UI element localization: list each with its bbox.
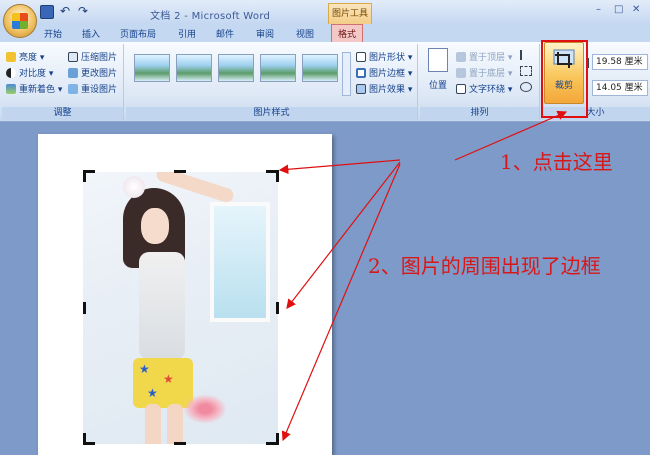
- brightness-icon: [6, 51, 16, 62]
- recolor-icon: [6, 83, 16, 94]
- picture-shape-button[interactable]: 图片形状 ▾: [356, 50, 412, 63]
- style-thumbnail-5[interactable]: [302, 54, 338, 82]
- group-adjust: 亮度 ▾ 对比度 ▾ 重新着色 ▾ 压缩图片 更改图片 重设图片 调整: [2, 44, 124, 120]
- crop-handle-bl-v[interactable]: [83, 433, 86, 445]
- bring-front-icon: [456, 51, 466, 62]
- style-gallery-scroll[interactable]: [342, 52, 351, 96]
- title-bar: ↶ ↷ 文档 2 - Microsoft Word 图片工具 – □ ✕: [0, 0, 650, 27]
- group-label-picture-styles: 图片样式: [126, 107, 417, 120]
- bring-to-front-button[interactable]: 置于顶层 ▾: [456, 50, 512, 63]
- photo-top: [139, 252, 185, 360]
- close-button[interactable]: ✕: [632, 4, 640, 15]
- tab-home[interactable]: 开始: [44, 27, 62, 40]
- send-back-icon: [456, 67, 466, 78]
- group-label-arrange: 排列: [420, 107, 539, 120]
- style-thumbnail-4[interactable]: [260, 54, 296, 82]
- group-icon[interactable]: [520, 66, 532, 76]
- tab-mailings[interactable]: 邮件: [216, 27, 234, 40]
- reset-picture-icon: [68, 83, 78, 94]
- change-picture-icon: [68, 67, 78, 78]
- align-icon[interactable]: [520, 50, 532, 60]
- shape-icon: [356, 51, 366, 62]
- reset-picture-button[interactable]: 重设图片: [68, 82, 117, 95]
- crop-handle-top[interactable]: [174, 170, 186, 173]
- change-picture-button[interactable]: 更改图片: [68, 66, 117, 79]
- style-thumbnail-2[interactable]: [176, 54, 212, 82]
- border-icon: [356, 67, 366, 78]
- send-to-back-button[interactable]: 置于底层 ▾: [456, 66, 512, 79]
- tab-references[interactable]: 引用: [178, 27, 196, 40]
- tab-review[interactable]: 审阅: [256, 27, 274, 40]
- document-page: ★ ★ ★: [38, 134, 332, 455]
- compress-icon: [68, 51, 78, 62]
- effects-icon: [356, 83, 366, 94]
- crop-handle-tl-v[interactable]: [83, 170, 86, 182]
- photo-face: [141, 208, 169, 244]
- position-icon: [428, 48, 448, 72]
- crop-handle-right[interactable]: [276, 302, 279, 314]
- picture-border-button[interactable]: 图片边框 ▾: [356, 66, 412, 79]
- crop-highlight-box: [541, 40, 588, 118]
- tab-page-layout[interactable]: 页面布局: [120, 27, 156, 40]
- undo-icon[interactable]: ↶: [58, 5, 72, 19]
- style-thumbnail-1[interactable]: [134, 54, 170, 82]
- brightness-button[interactable]: 亮度 ▾: [6, 50, 44, 63]
- compress-pictures-button[interactable]: 压缩图片: [68, 50, 117, 63]
- rotate-icon[interactable]: [520, 82, 532, 92]
- picture-effects-button[interactable]: 图片效果 ▾: [356, 82, 412, 95]
- office-logo-icon: [12, 13, 28, 29]
- save-icon[interactable]: [40, 5, 54, 19]
- office-button[interactable]: [3, 4, 37, 38]
- height-input[interactable]: 19.58 厘米: [592, 54, 648, 70]
- tab-insert[interactable]: 插入: [82, 27, 100, 40]
- crop-handle-br-v[interactable]: [276, 433, 279, 445]
- contrast-button[interactable]: 对比度 ▾: [6, 66, 53, 79]
- crop-handle-left[interactable]: [83, 302, 86, 314]
- photo-window: [210, 202, 270, 322]
- text-wrapping-button[interactable]: 文字环绕 ▾: [456, 82, 512, 95]
- tab-view[interactable]: 视图: [296, 27, 314, 40]
- photo-leg-right: [167, 404, 183, 444]
- group-arrange: 位置 置于顶层 ▾ 置于底层 ▾ 文字环绕 ▾ 排列: [420, 44, 540, 120]
- photo-hair-flower: [123, 176, 145, 198]
- quick-access-toolbar: ↶ ↷: [40, 5, 90, 19]
- width-input[interactable]: 14.05 厘米: [592, 80, 648, 96]
- redo-icon[interactable]: ↷: [76, 5, 90, 19]
- wrap-icon: [456, 83, 466, 94]
- inserted-picture[interactable]: ★ ★ ★: [83, 172, 278, 444]
- group-label-adjust: 调整: [2, 107, 123, 120]
- tab-format[interactable]: 格式: [331, 24, 364, 42]
- contrast-icon: [6, 67, 16, 78]
- group-picture-styles: 图片形状 ▾ 图片边框 ▾ 图片效果 ▾ 图片样式: [126, 44, 418, 120]
- window-title: 文档 2 - Microsoft Word: [150, 11, 271, 22]
- photo-leg-left: [145, 404, 161, 444]
- maximize-button[interactable]: □: [614, 4, 623, 15]
- crop-handle-bottom[interactable]: [174, 442, 186, 445]
- annotation-step1: 1、点击这里: [500, 150, 613, 174]
- position-button[interactable]: 位置: [424, 48, 452, 100]
- style-thumbnail-3[interactable]: [218, 54, 254, 82]
- crop-handle-tr-v[interactable]: [276, 170, 279, 182]
- photo-flowers: [183, 394, 227, 424]
- annotation-step2: 2、图片的周围出现了边框: [368, 254, 601, 278]
- recolor-button[interactable]: 重新着色 ▾: [6, 82, 62, 95]
- photo-shorts: ★ ★ ★: [133, 358, 193, 408]
- minimize-button[interactable]: –: [596, 4, 601, 15]
